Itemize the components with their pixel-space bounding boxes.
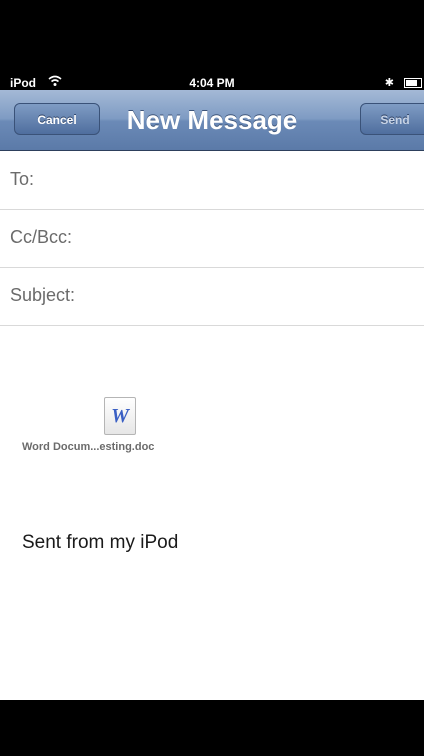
battery-icon bbox=[404, 78, 422, 88]
word-icon-letter: W bbox=[111, 405, 129, 427]
signature-text[interactable]: Sent from my iPod bbox=[22, 532, 178, 554]
keyboard-area bbox=[0, 700, 424, 756]
to-label: To: bbox=[10, 169, 35, 189]
status-bar: iPod 4:04 PM ✱ bbox=[0, 0, 424, 90]
send-button[interactable]: Send bbox=[360, 103, 424, 135]
attachment-name: Word Docum...esting.doc bbox=[22, 441, 155, 453]
word-document-icon: W bbox=[104, 397, 136, 435]
cc-bcc-field[interactable]: Cc/Bcc: bbox=[0, 209, 424, 268]
bluetooth-icon: ✱ bbox=[384, 77, 394, 89]
cc-bcc-label: Cc/Bcc: bbox=[10, 227, 73, 247]
navigation-bar: Cancel New Message Send bbox=[0, 90, 424, 151]
to-field[interactable]: To: bbox=[0, 151, 424, 210]
status-time: 4:04 PM bbox=[189, 76, 235, 90]
subject-label: Subject: bbox=[10, 285, 76, 305]
attachment[interactable]: W Word Docum...esting.doc bbox=[0, 397, 260, 467]
compose-area: To: Cc/Bcc: Subject: W Word Docum...esti… bbox=[0, 151, 424, 700]
subject-field[interactable]: Subject: bbox=[0, 267, 424, 326]
